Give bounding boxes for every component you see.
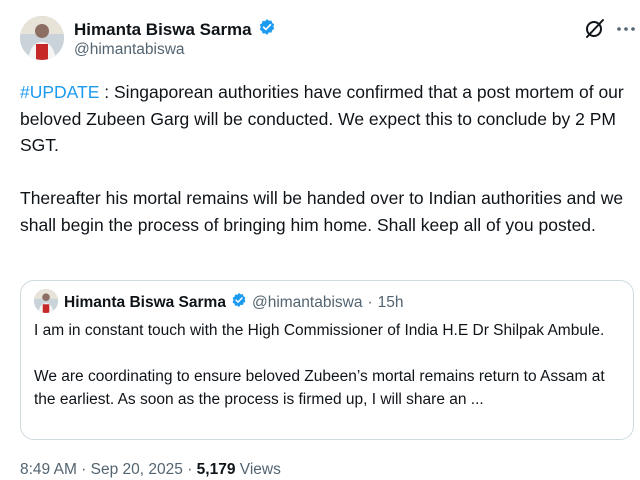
tweet-text-part1: : Singaporean authorities have confirmed… [20,82,624,155]
avatar[interactable] [20,16,64,60]
quoted-author-name: Himanta Biswa Sarma [64,293,226,311]
quoted-header: Himanta Biswa Sarma @himantabiswa · 15h [64,292,404,313]
views-label: Views [235,461,281,478]
tweet-time[interactable]: 8:49 AM [20,461,77,478]
quoted-author-handle: @himantabiswa [251,293,363,311]
quoted-paragraph-1: I am in constant touch with the High Com… [34,322,605,339]
grok-icon[interactable] [583,16,607,40]
verified-badge-icon [231,292,247,313]
author-name[interactable]: Himanta Biswa Sarma [74,20,252,40]
footer-separator: · [182,461,197,478]
author-name-row[interactable]: Himanta Biswa Sarma [74,18,276,41]
footer-separator: · [76,461,91,478]
tweet-footer: 8:49 AM · Sep 20, 2025 · 5,179 Views [20,461,281,479]
quoted-separator: · [367,293,373,311]
author-handle[interactable]: @himantabiswa [74,41,185,59]
quoted-paragraph-2: We are coordinating to ensure beloved Zu… [34,368,605,408]
quoted-time: 15h [377,293,404,311]
tweet-paragraph-1: #UPDATE : Singaporean authorities have c… [20,79,632,159]
more-icon[interactable] [616,19,636,39]
views-count: 5,179 [196,461,236,478]
quoted-tweet[interactable]: Himanta Biswa Sarma @himantabiswa · 15h … [20,280,634,440]
tweet-date[interactable]: Sep 20, 2025 [91,461,183,478]
hashtag-link[interactable]: #UPDATE [20,82,99,102]
verified-badge-icon [258,18,276,41]
tweet-text: #UPDATE : Singaporean authorities have c… [20,79,632,238]
quoted-text: I am in constant touch with the High Com… [34,319,624,411]
tweet-paragraph-2: Thereafter his mortal remains will be ha… [20,188,624,235]
quoted-avatar [34,289,58,313]
